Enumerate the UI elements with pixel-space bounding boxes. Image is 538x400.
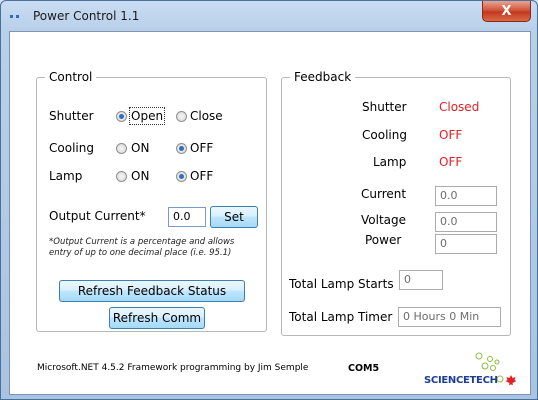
feedback-cooling-label: Cooling xyxy=(362,128,407,142)
app-icon xyxy=(10,12,26,21)
shutter-close-label[interactable]: Close xyxy=(190,109,223,123)
cooling-off-label[interactable]: OFF xyxy=(190,141,213,155)
lamp-on-label[interactable]: ON xyxy=(131,169,149,183)
logo-text: SCIENCETECH xyxy=(424,375,498,386)
feedback-voltage-field: 0.0 xyxy=(435,212,497,232)
close-button[interactable]: X xyxy=(482,1,531,22)
close-icon: X xyxy=(501,3,512,19)
shutter-open-radio[interactable] xyxy=(116,111,127,122)
feedback-group-title: Feedback xyxy=(290,70,356,84)
feedback-cooling-value: OFF xyxy=(439,128,463,142)
control-group: Control Shutter Open Close Cooling ON OF… xyxy=(36,70,267,332)
control-group-title: Control xyxy=(45,70,97,84)
shutter-open-label[interactable]: Open xyxy=(128,107,166,125)
feedback-current-field: 0.0 xyxy=(435,186,497,206)
feedback-current-label: Current xyxy=(361,187,407,201)
lamp-on-radio[interactable] xyxy=(116,171,127,182)
lamp-off-radio[interactable] xyxy=(176,171,187,182)
app-window: Power Control 1.1 X Control Shutter Open… xyxy=(0,0,538,400)
client-area: Control Shutter Open Close Cooling ON OF… xyxy=(9,31,531,395)
total-lamp-starts-field: 0 xyxy=(399,270,443,290)
feedback-power-field: 0 xyxy=(435,234,497,254)
feedback-group: Feedback Shutter Closed Cooling OFF Lamp… xyxy=(281,70,511,336)
set-button[interactable]: Set xyxy=(210,206,258,228)
total-lamp-timer-field: 0 Hours 0 Min xyxy=(398,307,501,327)
feedback-shutter-value: Closed xyxy=(439,100,480,114)
window-title: Power Control 1.1 xyxy=(33,9,140,23)
feedback-power-label: Power xyxy=(365,233,402,247)
feedback-lamp-value: OFF xyxy=(439,155,463,169)
refresh-comm-button[interactable]: Refresh Comm xyxy=(109,307,205,329)
title-bar[interactable]: Power Control 1.1 X xyxy=(1,1,537,31)
sciencetech-logo: SCIENCETECH xyxy=(418,350,522,390)
cooling-label: Cooling xyxy=(49,141,94,155)
total-lamp-timer-label: Total Lamp Timer xyxy=(289,310,393,324)
cooling-off-radio[interactable] xyxy=(176,143,187,154)
footer-credit: Microsoft.NET 4.5.2 Framework programmin… xyxy=(37,363,309,373)
output-current-label: Output Current* xyxy=(49,209,146,223)
output-current-input[interactable]: 0.0 xyxy=(168,207,206,227)
cooling-on-radio[interactable] xyxy=(116,143,127,154)
lamp-off-label[interactable]: OFF xyxy=(190,169,213,183)
feedback-shutter-label: Shutter xyxy=(362,100,407,114)
shutter-label: Shutter xyxy=(49,109,94,123)
cooling-on-label[interactable]: ON xyxy=(131,141,149,155)
refresh-feedback-button[interactable]: Refresh Feedback Status xyxy=(59,280,245,302)
feedback-voltage-label: Voltage xyxy=(361,213,407,227)
com-port-label: COM5 xyxy=(348,363,380,374)
shutter-close-radio[interactable] xyxy=(176,111,187,122)
feedback-lamp-label: Lamp xyxy=(373,155,407,169)
output-current-note-line1: *Output Current is a percentage and allo… xyxy=(49,237,235,247)
output-current-note-line2: entry of up to one decimal place (i.e. 9… xyxy=(49,248,232,258)
lamp-label: Lamp xyxy=(49,169,83,183)
total-lamp-starts-label: Total Lamp Starts xyxy=(289,277,394,291)
